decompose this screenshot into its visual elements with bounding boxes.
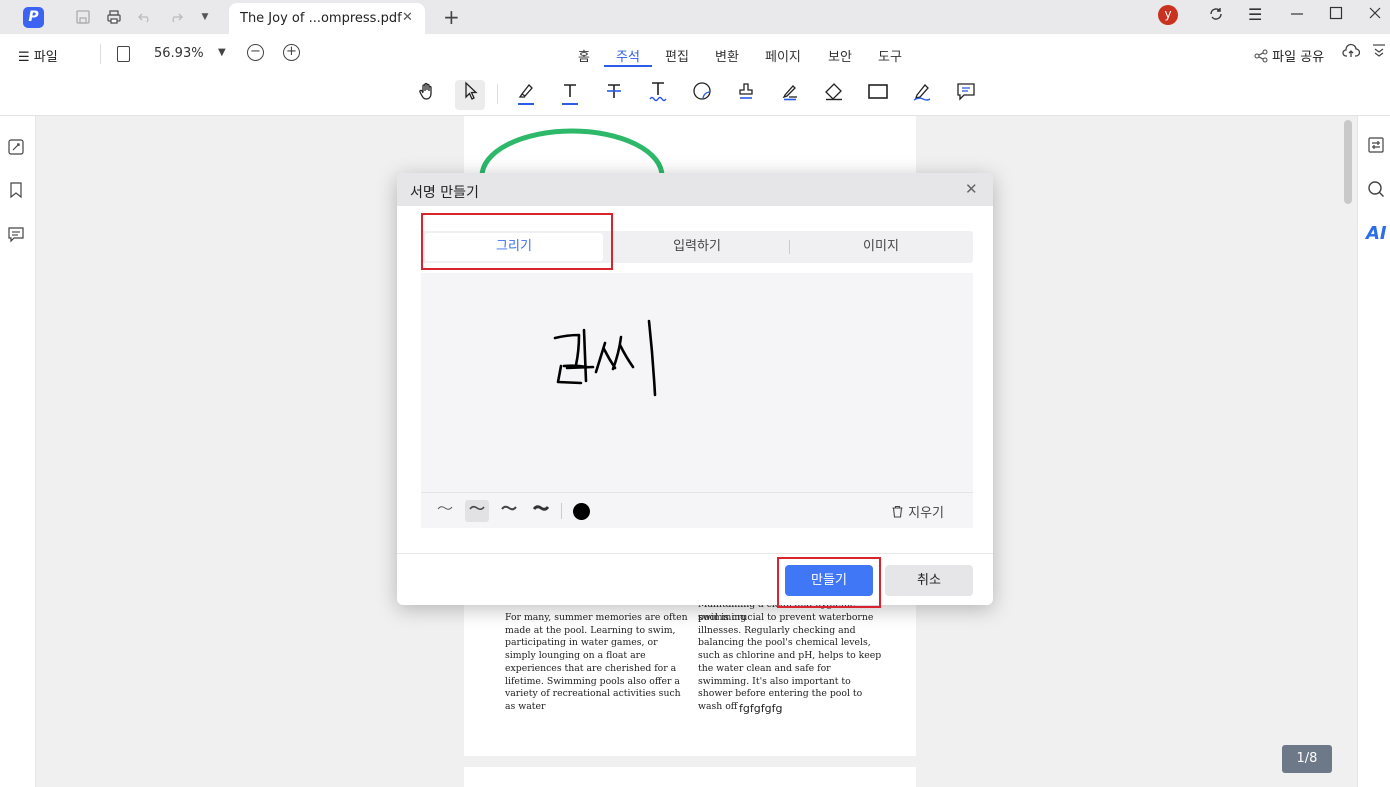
active-tab-indicator xyxy=(604,65,652,67)
divider xyxy=(497,84,498,104)
squiggly-icon[interactable] xyxy=(643,80,673,110)
pdf-paragraph: For many, summer memories are often made… xyxy=(505,612,688,712)
pdf-paragraph: pool is crucial to prevent waterborne il… xyxy=(698,612,882,712)
share-file-label: 파일 공유 xyxy=(1272,50,1325,65)
cursor-icon[interactable] xyxy=(455,80,485,110)
trash-icon xyxy=(892,505,903,518)
properties-icon[interactable] xyxy=(1366,136,1386,156)
stamp-icon[interactable] xyxy=(731,80,761,110)
bookmark-icon[interactable] xyxy=(7,181,25,199)
collapse-ribbon-icon[interactable] xyxy=(1372,43,1386,61)
handwritten-signature xyxy=(553,319,657,397)
divider xyxy=(397,553,993,554)
app-logo[interactable]: P xyxy=(23,7,44,28)
new-tab-icon[interactable]: + xyxy=(443,5,460,29)
hand-icon[interactable] xyxy=(412,80,442,110)
close-dialog-icon[interactable]: ✕ xyxy=(965,180,978,198)
stroke-thin-icon[interactable] xyxy=(433,500,457,522)
comment-icon[interactable] xyxy=(951,80,981,110)
thumbnail-icon[interactable] xyxy=(7,138,25,156)
tab-security[interactable]: 보안 xyxy=(828,46,852,65)
green-ellipse-annotation[interactable] xyxy=(478,128,668,178)
annotation-toolbar xyxy=(0,74,1390,116)
highlight-box-create-button xyxy=(777,557,881,608)
clear-button[interactable]: 지우기 xyxy=(891,502,944,521)
tab-annotate[interactable]: 주석 xyxy=(616,46,640,65)
stroke-extra-thick-icon[interactable] xyxy=(529,500,553,522)
signature-draw-area[interactable] xyxy=(421,273,973,492)
tab-image[interactable]: 이미지 xyxy=(789,231,973,263)
pen-settings-bar: 지우기 xyxy=(421,492,973,528)
document-tab[interactable]: The Joy of ...ompress.pdf ✕ xyxy=(229,3,425,34)
print-icon[interactable] xyxy=(106,9,122,25)
tab-home[interactable]: 홈 xyxy=(578,46,590,65)
dialog-title: 서명 만들기 xyxy=(410,185,479,201)
dialog-header: 서명 만들기 ✕ xyxy=(397,173,993,206)
comments-panel-icon[interactable] xyxy=(7,225,25,243)
pdf-footer-text: fgfgfgfg xyxy=(739,702,783,715)
menu-icon[interactable]: ☰ xyxy=(1248,5,1262,24)
underline-text-icon[interactable] xyxy=(555,80,585,110)
title-bar: P ▼ The Joy of ...ompress.pdf ✕ + y ☰ xyxy=(0,0,1390,34)
undo-icon[interactable] xyxy=(137,9,153,25)
pencil-icon[interactable] xyxy=(775,80,805,110)
cloud-upload-icon[interactable] xyxy=(1342,43,1361,63)
pdf-page-next xyxy=(464,767,916,787)
close-tab-icon[interactable]: ✕ xyxy=(402,10,413,25)
tab-page[interactable]: 페이지 xyxy=(765,46,801,65)
strikethrough-icon[interactable] xyxy=(599,80,629,110)
redo-icon[interactable] xyxy=(168,9,184,25)
ai-assistant-icon[interactable]: AI xyxy=(1366,224,1387,244)
save-icon[interactable] xyxy=(75,9,91,25)
right-sidebar: AI xyxy=(1357,116,1390,787)
share-file-button[interactable]: 파일 공유 xyxy=(1254,46,1324,65)
tab-type[interactable]: 입력하기 xyxy=(605,231,789,263)
rectangle-icon[interactable] xyxy=(863,80,893,110)
quick-access-dropdown-icon[interactable]: ▼ xyxy=(197,9,213,25)
user-avatar[interactable]: y xyxy=(1158,5,1178,25)
close-window-icon[interactable] xyxy=(1367,5,1383,25)
tab-tools[interactable]: 도구 xyxy=(878,46,902,65)
ribbon-tabs: 홈 주석 편집 변환 페이지 보안 도구 xyxy=(0,46,1390,74)
document-tab-title: The Joy of ...ompress.pdf xyxy=(240,11,402,26)
menu-bar: ☰ 파일 56.93% ▼ − + 홈 주석 편집 변환 페이지 보안 도구 파… xyxy=(0,34,1390,74)
highlight-icon[interactable] xyxy=(511,80,541,110)
search-icon[interactable] xyxy=(1366,180,1386,200)
stroke-thick-icon[interactable] xyxy=(497,500,521,522)
sync-icon[interactable] xyxy=(1207,5,1225,27)
sticky-note-icon[interactable] xyxy=(687,80,717,110)
pen-color-swatch[interactable] xyxy=(573,503,590,520)
cancel-button[interactable]: 취소 xyxy=(885,565,973,596)
tab-edit[interactable]: 편집 xyxy=(665,46,689,65)
minimize-icon[interactable] xyxy=(1289,5,1305,25)
stroke-medium-icon[interactable] xyxy=(465,500,489,522)
eraser-icon[interactable] xyxy=(819,80,849,110)
page-counter: 1/8 xyxy=(1282,745,1332,773)
vertical-scrollbar[interactable] xyxy=(1344,120,1352,204)
maximize-icon[interactable] xyxy=(1328,5,1344,25)
highlight-box-draw-tab xyxy=(421,213,613,270)
signature-icon[interactable] xyxy=(907,80,937,110)
share-icon xyxy=(1254,49,1268,63)
divider xyxy=(561,503,562,519)
tab-convert[interactable]: 변환 xyxy=(715,46,739,65)
left-sidebar xyxy=(0,116,36,787)
clear-button-label: 지우기 xyxy=(908,506,945,521)
